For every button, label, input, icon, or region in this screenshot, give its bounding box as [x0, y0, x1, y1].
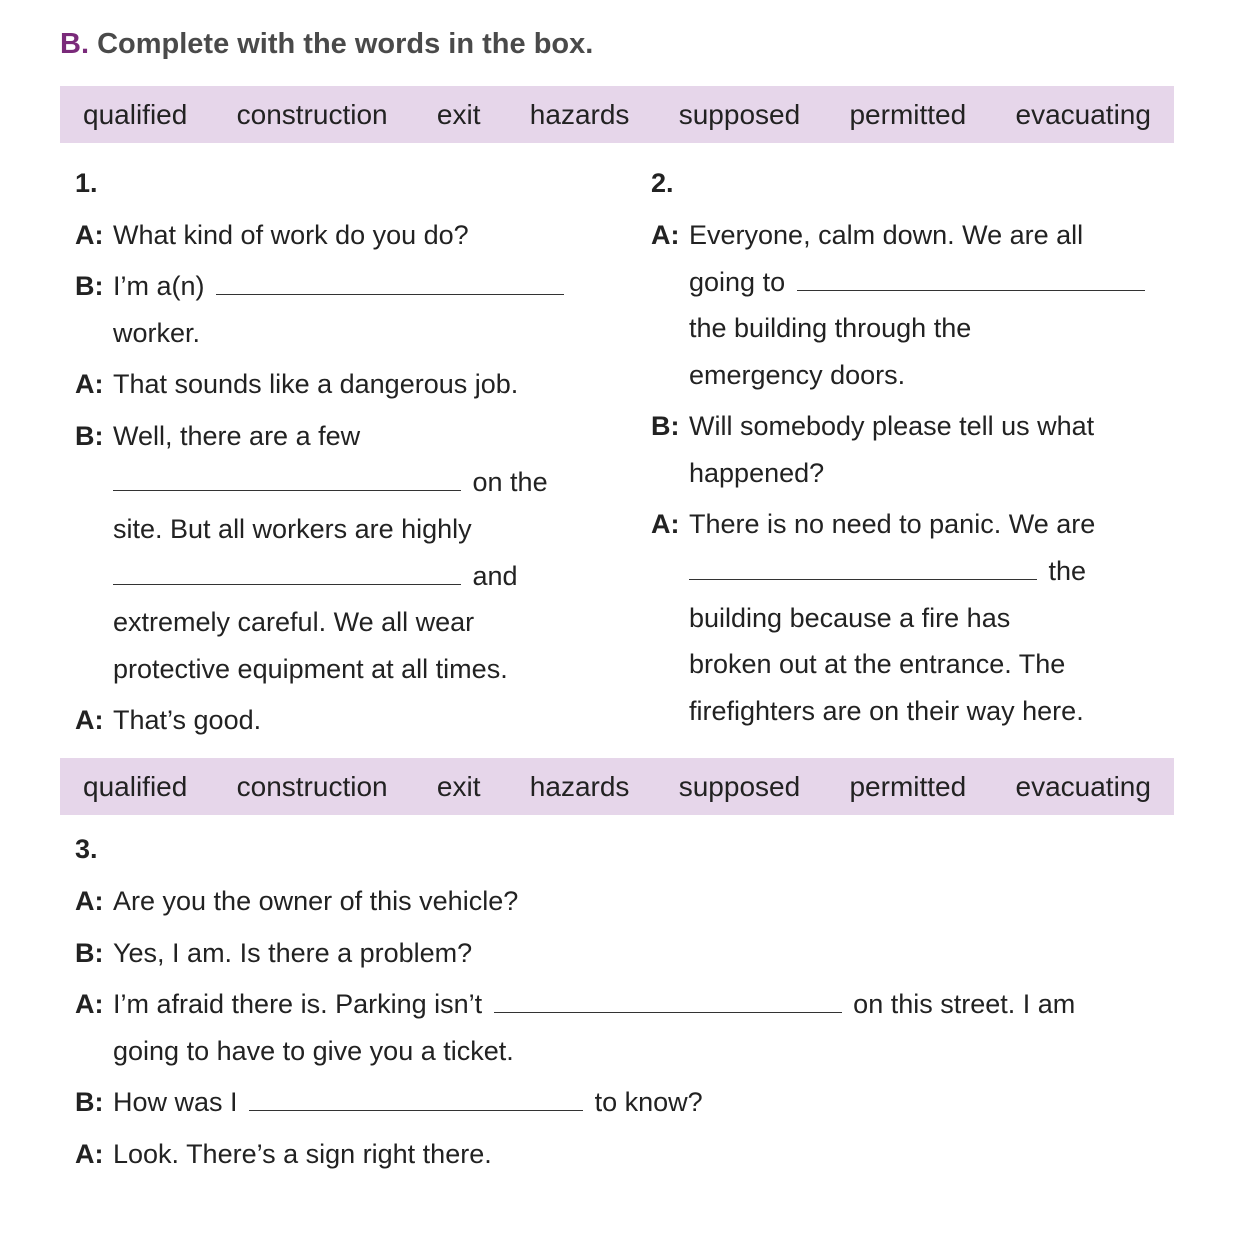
line-text: I’m afraid there is. Parking isn’t [113, 989, 483, 1019]
word-box-bottom: qualified construction exit hazards supp… [60, 758, 1174, 815]
line-text: That sounds like a dangerous job. [113, 369, 519, 399]
line-text: Yes, I am. Is there a problem? [113, 938, 473, 968]
dialogue-2-line: the building through the [689, 313, 972, 343]
line-text: Look. There’s a sign right there. [113, 1139, 492, 1169]
speaker-label: B: [75, 938, 104, 968]
speaker-label: A: [651, 509, 680, 539]
line-text: to know? [594, 1087, 703, 1117]
line-text: I’m a(n) [113, 271, 205, 301]
line-text: Will somebody please tell us what [689, 411, 1095, 441]
speaker-label: A: [651, 220, 680, 250]
speaker-label: A: [75, 886, 104, 916]
line-text: going to [689, 267, 786, 297]
line-text: on the [472, 467, 548, 497]
line-text: How was I [113, 1087, 238, 1117]
dialogue-1-line: B: I’m a(n) [75, 269, 568, 303]
dialogue-1-line: extremely careful. We all wear [113, 607, 475, 637]
speaker-label: B: [75, 271, 104, 301]
word-item: supposed [678, 770, 801, 802]
dialogue-2-number: 2. [651, 168, 674, 198]
dialogue-2-line: A: Everyone, calm down. We are all [651, 218, 1083, 252]
word-item: hazards [529, 98, 630, 130]
dialogue-3-number: 3. [75, 834, 98, 864]
word-item: hazards [529, 770, 630, 802]
dialogue-1-line: A: That sounds like a dangerous job. [75, 367, 518, 401]
speaker-label: B: [75, 1087, 104, 1117]
word-item: evacuating [1015, 98, 1151, 130]
answer-blank[interactable] [249, 1088, 584, 1111]
dialogue-3-line: A: I’m afraid there is. Parking isn’t on … [75, 987, 1075, 1021]
dialogue-1-line: on the [113, 465, 548, 499]
word-item: exit [436, 770, 481, 802]
exercise-letter: B. [60, 28, 89, 60]
speaker-label: A: [75, 705, 104, 735]
exercise-instruction: Complete with the words in the box. [97, 28, 594, 60]
word-item: supposed [678, 98, 801, 130]
dialogue-1-line: A: What kind of work do you do? [75, 218, 469, 252]
dialogue-3-line: B: How was I to know? [75, 1085, 703, 1119]
line-text: Are you the owner of this vehicle? [113, 886, 519, 916]
dialogue-2-line: broken out at the entrance. The [689, 649, 1066, 679]
dialogue-2-line: firefighters are on their way here. [689, 696, 1084, 726]
answer-blank[interactable] [796, 268, 1145, 291]
line-text: There is no need to panic. We are [689, 509, 1096, 539]
answer-blank[interactable] [493, 990, 842, 1013]
dialogue-1-number: 1. [75, 168, 98, 198]
word-item: construction [236, 770, 388, 802]
word-item: construction [236, 98, 388, 130]
word-item: qualified [83, 98, 188, 130]
dialogue-3-line: A: Look. There’s a sign right there. [75, 1137, 492, 1171]
dialogue-1-line: protective equipment at all times. [113, 654, 508, 684]
speaker-label: A: [75, 369, 104, 399]
dialogue-1-line: A: That’s good. [75, 703, 261, 737]
dialogue-3-line: B: Yes, I am. Is there a problem? [75, 936, 472, 970]
speaker-label: A: [75, 1139, 104, 1169]
dialogue-3-line: A: Are you the owner of this vehicle? [75, 884, 518, 918]
dialogue-1-line: worker. [113, 318, 201, 348]
line-text: That’s good. [113, 705, 262, 735]
dialogue-2-line: emergency doors. [689, 360, 906, 390]
word-item: qualified [83, 770, 188, 802]
speaker-label: A: [75, 989, 104, 1019]
dialogue-2-line: building because a fire has [689, 603, 1011, 633]
dialogue-3-line: going to have to give you a ticket. [113, 1036, 514, 1066]
answer-blank[interactable] [113, 562, 461, 585]
dialogue-2-line: the [689, 554, 1086, 588]
word-item: permitted [849, 98, 967, 130]
answer-blank[interactable] [689, 557, 1037, 580]
answer-blank[interactable] [113, 468, 461, 491]
speaker-label: A: [75, 220, 104, 250]
dialogue-2-line: happened? [689, 458, 825, 488]
word-item: evacuating [1015, 770, 1151, 802]
dialogue-1-line: and [113, 559, 518, 593]
word-box-top: qualified construction exit hazards supp… [60, 86, 1174, 143]
word-item: permitted [849, 770, 967, 802]
dialogue-1-line: site. But all workers are highly [113, 514, 472, 544]
line-text: on this street. I am [853, 989, 1076, 1019]
speaker-label: B: [651, 411, 680, 441]
dialogue-2-line: going to [689, 265, 1149, 299]
answer-blank[interactable] [216, 272, 565, 295]
line-text: and [472, 561, 518, 591]
exercise-heading: B. Complete with the words in the box. [60, 28, 593, 61]
dialogue-1-line: B: Well, there are a few [75, 419, 360, 453]
line-text: Well, there are a few [113, 421, 361, 451]
word-item: exit [436, 98, 481, 130]
dialogue-2-line: A: There is no need to panic. We are [651, 507, 1095, 541]
line-text: the [1048, 556, 1087, 586]
line-text: Everyone, calm down. We are all [689, 220, 1084, 250]
line-text: What kind of work do you do? [113, 220, 469, 250]
speaker-label: B: [75, 421, 104, 451]
dialogue-2-line: B: Will somebody please tell us what [651, 409, 1094, 443]
